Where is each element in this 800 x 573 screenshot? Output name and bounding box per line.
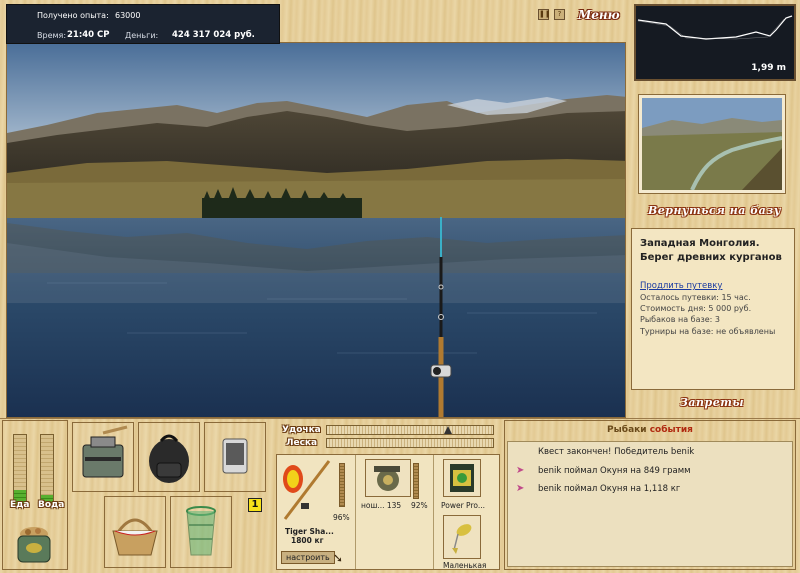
location-line-1: Западная Монголия. bbox=[640, 238, 760, 249]
drink-bar bbox=[40, 434, 54, 506]
tackle-gear-panel: 96% Tiger Sha... 1800 кг настроить ➘ нош… bbox=[276, 454, 500, 570]
player-status-panel: Получено опыта: 63000 Время: 21:40 СР Де… bbox=[6, 4, 280, 44]
lure-marker-icon: ➤ bbox=[516, 465, 525, 476]
pause-icon: ❚❚ bbox=[539, 10, 551, 18]
trip-remaining: Осталось путевки: 15 час. bbox=[640, 293, 751, 302]
location-info-panel: Западная Монголия. Берег древних кургано… bbox=[631, 228, 795, 390]
lure-marker-icon: ➤ bbox=[516, 483, 525, 494]
day-cost: Стоимость дня: 5 000 руб. bbox=[640, 304, 752, 313]
spinner-lure-icon bbox=[452, 524, 472, 554]
food-bar bbox=[13, 434, 27, 506]
gear-divider-2 bbox=[433, 455, 434, 569]
fishing-line-spool-icon bbox=[450, 464, 474, 492]
location-name: Западная Монголия. Берег древних кургано… bbox=[640, 237, 782, 265]
food-label: Еда bbox=[10, 500, 30, 510]
events-header: Рыбаки события bbox=[505, 421, 795, 441]
events-panel: Рыбаки события Квест закончен! Победител… bbox=[504, 420, 796, 570]
line-slot[interactable] bbox=[443, 459, 481, 497]
event-row: Квест закончен! Победитель benik bbox=[538, 447, 695, 457]
drink-label: Вода bbox=[38, 500, 65, 510]
event-row: benik поймал Окуня на 1,118 кг bbox=[538, 484, 681, 494]
depth-value: 1,99 m bbox=[751, 63, 786, 73]
help-button[interactable]: ? bbox=[554, 9, 565, 20]
bans-button[interactable]: Запреты bbox=[680, 396, 744, 409]
help-icon: ? bbox=[557, 10, 562, 18]
bait-bag-button[interactable] bbox=[12, 522, 56, 566]
inventory-slot-tackle-box[interactable] bbox=[72, 422, 134, 492]
reel-icon bbox=[374, 466, 400, 491]
tackle-box-icon bbox=[82, 425, 128, 478]
reel-slot[interactable] bbox=[365, 459, 411, 497]
time-value: 21:40 СР bbox=[67, 30, 110, 40]
fishing-rod[interactable] bbox=[430, 217, 452, 417]
extend-trip-link[interactable]: Продлить путевку bbox=[640, 281, 722, 291]
lure-name: Маленькая bbox=[443, 561, 487, 570]
line-tension-label: Леска bbox=[286, 438, 318, 448]
rod-tension-bar bbox=[326, 425, 494, 435]
inventory-slot-phone[interactable] bbox=[204, 422, 266, 492]
tournaments-status: Турниры на базе: не объявлены bbox=[640, 327, 776, 336]
events-list: Квест закончен! Победитель benik ➤ benik… bbox=[507, 441, 793, 567]
events-title-events[interactable]: события bbox=[650, 425, 693, 435]
rod-slot[interactable] bbox=[279, 457, 337, 529]
keepnet-icon bbox=[186, 506, 216, 556]
arrow-cursor-icon: ➘ bbox=[333, 551, 344, 565]
gear-divider-1 bbox=[355, 455, 356, 569]
rod-wear-bar bbox=[339, 463, 345, 507]
rod-icon bbox=[430, 217, 452, 417]
pause-button[interactable]: ❚❚ bbox=[538, 9, 551, 20]
experience-label: Получено опыта: bbox=[37, 11, 109, 20]
rod-name: Tiger Sha... bbox=[285, 527, 334, 536]
events-title-fishers[interactable]: Рыбаки bbox=[607, 425, 647, 435]
money-value: 424 317 024 руб. bbox=[172, 30, 255, 40]
inventory-count-badge: 1 bbox=[248, 498, 262, 512]
picnic-basket-icon bbox=[112, 518, 158, 556]
location-landscape bbox=[642, 98, 782, 190]
location-photo bbox=[638, 94, 786, 194]
reel-name: нош... 135 bbox=[361, 501, 402, 510]
bait-bag-icon bbox=[17, 527, 51, 563]
event-row: benik поймал Окуня на 849 грамм bbox=[538, 466, 691, 476]
reel-condition: 92% bbox=[411, 501, 428, 510]
rod-tension-label: Удочка bbox=[282, 425, 321, 435]
setup-button[interactable]: настроить bbox=[281, 551, 335, 564]
lure-slot[interactable] bbox=[443, 515, 481, 559]
menu-button[interactable]: Меню bbox=[578, 8, 620, 22]
time-label: Время: bbox=[37, 31, 67, 40]
return-to-base-button[interactable]: Вернуться на базу bbox=[648, 204, 781, 217]
inventory-slot-picnic-basket[interactable] bbox=[104, 496, 166, 568]
location-line-2: Берег древних курганов bbox=[640, 252, 782, 263]
fishers-count: Рыбаков на базе: 3 bbox=[640, 315, 720, 324]
rod-weight: 1800 кг bbox=[291, 536, 324, 545]
rod-gear-icon bbox=[283, 460, 331, 520]
lake-landscape bbox=[7, 43, 625, 417]
rod-condition: 96% bbox=[333, 513, 350, 522]
depth-map: 1,99 m bbox=[634, 4, 796, 81]
line-tension-bar bbox=[326, 438, 494, 448]
line-name: Power Pro... bbox=[441, 501, 485, 510]
reel-wear-bar bbox=[413, 463, 419, 499]
inventory-slot-keepnet[interactable] bbox=[170, 496, 232, 568]
experience-value: 63000 bbox=[115, 11, 141, 20]
phone-icon bbox=[222, 438, 248, 474]
fishing-scene[interactable] bbox=[6, 42, 626, 418]
inventory-slot-backpack[interactable] bbox=[138, 422, 200, 492]
money-label: Деньги: bbox=[125, 31, 159, 40]
rod-tension-marker bbox=[443, 426, 452, 434]
backpack-icon bbox=[149, 434, 189, 483]
